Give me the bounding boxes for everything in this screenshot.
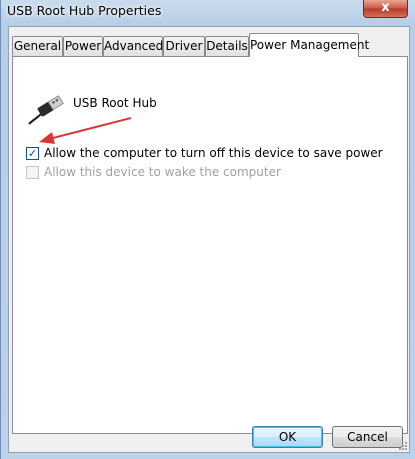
tab-power[interactable]: Power (63, 36, 103, 56)
close-button[interactable]: x (363, 0, 408, 18)
resize-grip-icon[interactable] (397, 440, 408, 451)
tab-general[interactable]: General (12, 36, 63, 56)
tab-panel-power-management: USB Root Hub ✓ Allow the computer to tur… (12, 56, 408, 434)
device-name: USB Root Hub (73, 96, 157, 110)
red-arrow-icon (39, 117, 132, 144)
cancel-button[interactable]: Cancel (332, 426, 403, 448)
tab-driver[interactable]: Driver (163, 36, 205, 56)
properties-dialog: USB Root Hub Properties x General Power … (0, 0, 415, 459)
window-title: USB Root Hub Properties (7, 3, 162, 18)
tab-power-management[interactable]: Power Management (249, 33, 369, 57)
allow-wake-label: Allow this device to wake the computer (44, 165, 281, 179)
title-bar[interactable]: USB Root Hub Properties x (1, 0, 415, 26)
close-icon: x (381, 0, 390, 15)
tab-advanced[interactable]: Advanced (103, 36, 163, 56)
dialog-client-area: General Power Advanced Driver Details Po… (8, 26, 410, 453)
ok-button[interactable]: OK (252, 426, 323, 448)
allow-turn-off-checkbox[interactable]: ✓ (26, 147, 39, 160)
tab-details[interactable]: Details (205, 36, 249, 56)
allow-wake-checkbox (26, 166, 39, 179)
allow-turn-off-label[interactable]: Allow the computer to turn off this devi… (44, 146, 383, 160)
